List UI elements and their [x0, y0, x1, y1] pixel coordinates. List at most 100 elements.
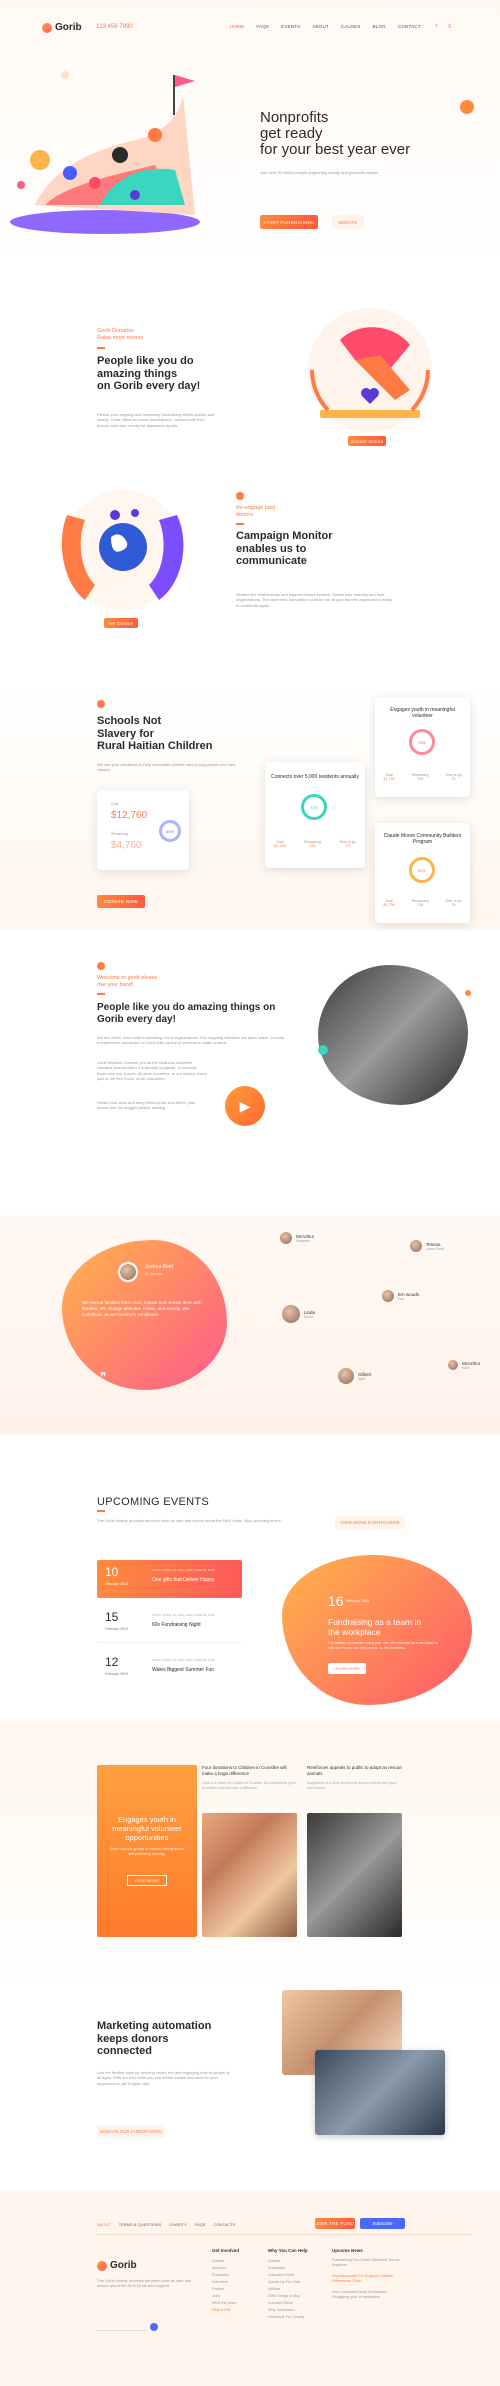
hero-illustration — [10, 71, 200, 234]
cause-card[interactable]: Four donations to Children in Crossfire … — [202, 1765, 297, 1805]
events-dash — [97, 1510, 105, 1512]
section1-text: Please your ongoing and temporary fundra… — [97, 412, 215, 428]
logo-icon — [42, 22, 52, 33]
footer-link[interactable]: Give a Gift — [212, 2307, 239, 2314]
section2-dash — [236, 523, 244, 525]
footer-email-input[interactable] — [97, 2323, 147, 2331]
footer-link[interactable]: Volunteer — [212, 2279, 239, 2286]
footer-col-get-involved: Get Involved Donate Sponsor Fundraise Vo… — [212, 2248, 240, 2314]
learn-more-button[interactable]: LEARN MORE — [328, 1663, 366, 1674]
testimonial-person[interactable]: McArthur Host — [448, 1360, 480, 1370]
play-video-button[interactable]: ▶ — [225, 1086, 265, 1126]
globe-hands-illustration — [61, 490, 184, 610]
schools-donate-button[interactable]: DONATE NOW — [97, 895, 145, 908]
schools-text: We use your donations to help vulnerable… — [97, 762, 236, 773]
site-logo[interactable]: Gorib — [42, 22, 82, 33]
footer-link[interactable]: Affiliate — [268, 2286, 308, 2293]
footer-link[interactable]: Gifts Things to Buy — [268, 2293, 308, 2300]
header-phone[interactable]: 123 456 7890 — [96, 24, 133, 30]
event-item[interactable]: 15 February 2019 START: APRIL 18, 2019 |… — [97, 1605, 242, 1643]
footer-link[interactable]: Why Volunteers — [268, 2307, 308, 2314]
nav-causes[interactable]: CAUSES — [341, 24, 361, 29]
view-more-events-button[interactable]: VIEW MORE EVENTS HERE — [335, 1516, 405, 1529]
avatar — [280, 1232, 292, 1244]
footer-link[interactable]: Meet the team — [212, 2300, 239, 2307]
search-icon[interactable]: ⌕ — [432, 22, 441, 31]
testimonial-person[interactable]: Tenesa Loves Gorib — [410, 1240, 444, 1252]
footer-link[interactable]: Speak Up For Kids — [268, 2279, 308, 2286]
footer-link[interactable]: Fundraise — [212, 2272, 239, 2279]
send-icon[interactable] — [150, 2323, 158, 2331]
nav-events[interactable]: EVENTS — [281, 24, 300, 29]
nav-home[interactable]: HOME — [230, 24, 244, 29]
event-item[interactable]: 12 February 2019 START: APRIL 18, 2019 |… — [97, 1650, 242, 1688]
logo-text: Gorib — [110, 2260, 137, 2271]
footer-link[interactable]: Facebook For Charity — [268, 2314, 308, 2321]
start-fundraising-button[interactable]: START FUNDRAISING — [260, 215, 318, 229]
testimonial-person[interactable]: Em woods Fan — [382, 1290, 419, 1302]
cause-card[interactable]: Claude Moore Community Builders Program … — [375, 823, 470, 923]
footer-link[interactable]: Jobs — [212, 2293, 239, 2300]
featured-event-blob[interactable]: 16 February 2019 Fundraising as a team i… — [282, 1555, 472, 1705]
decor-dot — [97, 962, 105, 970]
welcome-text3: Relate your work and deep fellow pride a… — [97, 1100, 196, 1111]
footer-logo[interactable]: Gorib — [97, 2260, 137, 2271]
testimonial-name: Joshua Reid — [145, 1264, 173, 1270]
footer-link[interactable]: Donate — [268, 2258, 308, 2265]
cause-card[interactable]: Connects over 5,000 residents annually 7… — [265, 762, 365, 868]
avatar — [338, 1368, 354, 1384]
cause-card[interactable]: Engages youth in meaningful volunteer 75… — [375, 697, 470, 797]
cause-card[interactable]: Reinforces appeals to public to adopt as… — [307, 1765, 402, 1805]
remaining-value: $4,760 — [111, 840, 142, 851]
cause-feature-card[interactable]: Engages youth in meaningful volunteer op… — [97, 1765, 197, 1937]
footer-col-help: Why You Can Help Donate Fundraise Volunt… — [268, 2248, 308, 2321]
welcome-dash — [97, 993, 105, 995]
footer-link[interactable]: TERMS & QUESTIONS — [119, 2222, 161, 2227]
footer-link[interactable]: Donate — [212, 2258, 239, 2265]
donate-online-badge[interactable]: Donate Online — [348, 436, 386, 446]
donate-hand-illustration — [308, 308, 432, 432]
cause-feature-title: Engages youth in meaningful volunteer op… — [112, 1815, 182, 1842]
event-day: 15 — [105, 1610, 119, 1624]
news-item[interactable]: Now launched! For Support Children Diffe… — [332, 2274, 402, 2284]
footer-link[interactable]: Volunteer Here! — [268, 2272, 308, 2279]
cause-progress-ring: 60% — [409, 857, 435, 883]
cause-feature-text: Gorib supports groups of children leavin… — [109, 1847, 185, 1856]
decor-dot — [236, 492, 244, 500]
cause-stats: Goal $1,750 Remaining 726 Time to go 76 — [274, 840, 356, 848]
nav-about[interactable]: ABOUT — [312, 24, 329, 29]
news-item[interactable]: Fundraising Fun Event Weekend Tonner Ang… — [332, 2258, 402, 2268]
footer-link[interactable]: FAQS — [195, 2222, 206, 2227]
testimonial-text: We rescue families from crisis, impact a… — [82, 1300, 202, 1317]
footer-link[interactable]: Fundraise — [268, 2265, 308, 2272]
event-meta: START: APRIL 18, 2019 | END: JUNE 05, 20… — [152, 1568, 215, 1572]
testimonial-person[interactable]: McArthur Volunteer — [280, 1232, 314, 1244]
cause-card-title: Engages youth in meaningful volunteer — [390, 707, 455, 719]
footer-link[interactable]: Partner — [212, 2286, 239, 2293]
footer-link[interactable]: Sponsor — [212, 2265, 239, 2272]
testimonial-person[interactable]: Gilbert Staff — [338, 1368, 371, 1384]
join-fund-button[interactable]: JOIN THE FUND — [315, 2218, 355, 2229]
event-title: 60s Fundraising Night — [152, 1622, 201, 1628]
testimonial-person[interactable]: Linda Donor — [282, 1305, 315, 1323]
menu-icon[interactable]: ≡ — [445, 22, 454, 31]
news-item[interactable]: Now Launched Book Kindness's Struggling … — [332, 2290, 402, 2300]
footer-link[interactable]: Summer Week — [268, 2300, 308, 2307]
goal-value: $12,760 — [111, 810, 148, 821]
donate-button[interactable]: DONATE — [332, 215, 364, 229]
footer-link[interactable]: ABOUT — [97, 2222, 111, 2227]
nav-faqs[interactable]: FAQS — [256, 24, 269, 29]
marketing-button[interactable]: DONATE OUR FUNDRAISING — [97, 2125, 165, 2138]
footer-link[interactable]: CONTACTS — [213, 2222, 235, 2227]
nav-blog[interactable]: BLOG — [373, 24, 386, 29]
events-title: UPCOMING EVENTS — [97, 1496, 210, 1508]
we-donate-badge[interactable]: We Donate — [104, 618, 138, 628]
nav-contact[interactable]: CONTACT — [398, 24, 421, 29]
event-month: February 2019 — [105, 1582, 128, 1586]
cause-card-text: Gorib is a charity for Children in Cross… — [202, 1781, 296, 1790]
subscribe-button[interactable]: Subscribe — [360, 2218, 405, 2229]
footer-link[interactable]: CHARITY — [169, 2222, 187, 2227]
read-more-button[interactable]: READ MORE — [127, 1875, 167, 1886]
cause-card-title: Four donations to Children in Crossfire … — [202, 1765, 287, 1776]
event-item[interactable]: 10 February 2019 START: APRIL 18, 2019 |… — [97, 1560, 242, 1598]
